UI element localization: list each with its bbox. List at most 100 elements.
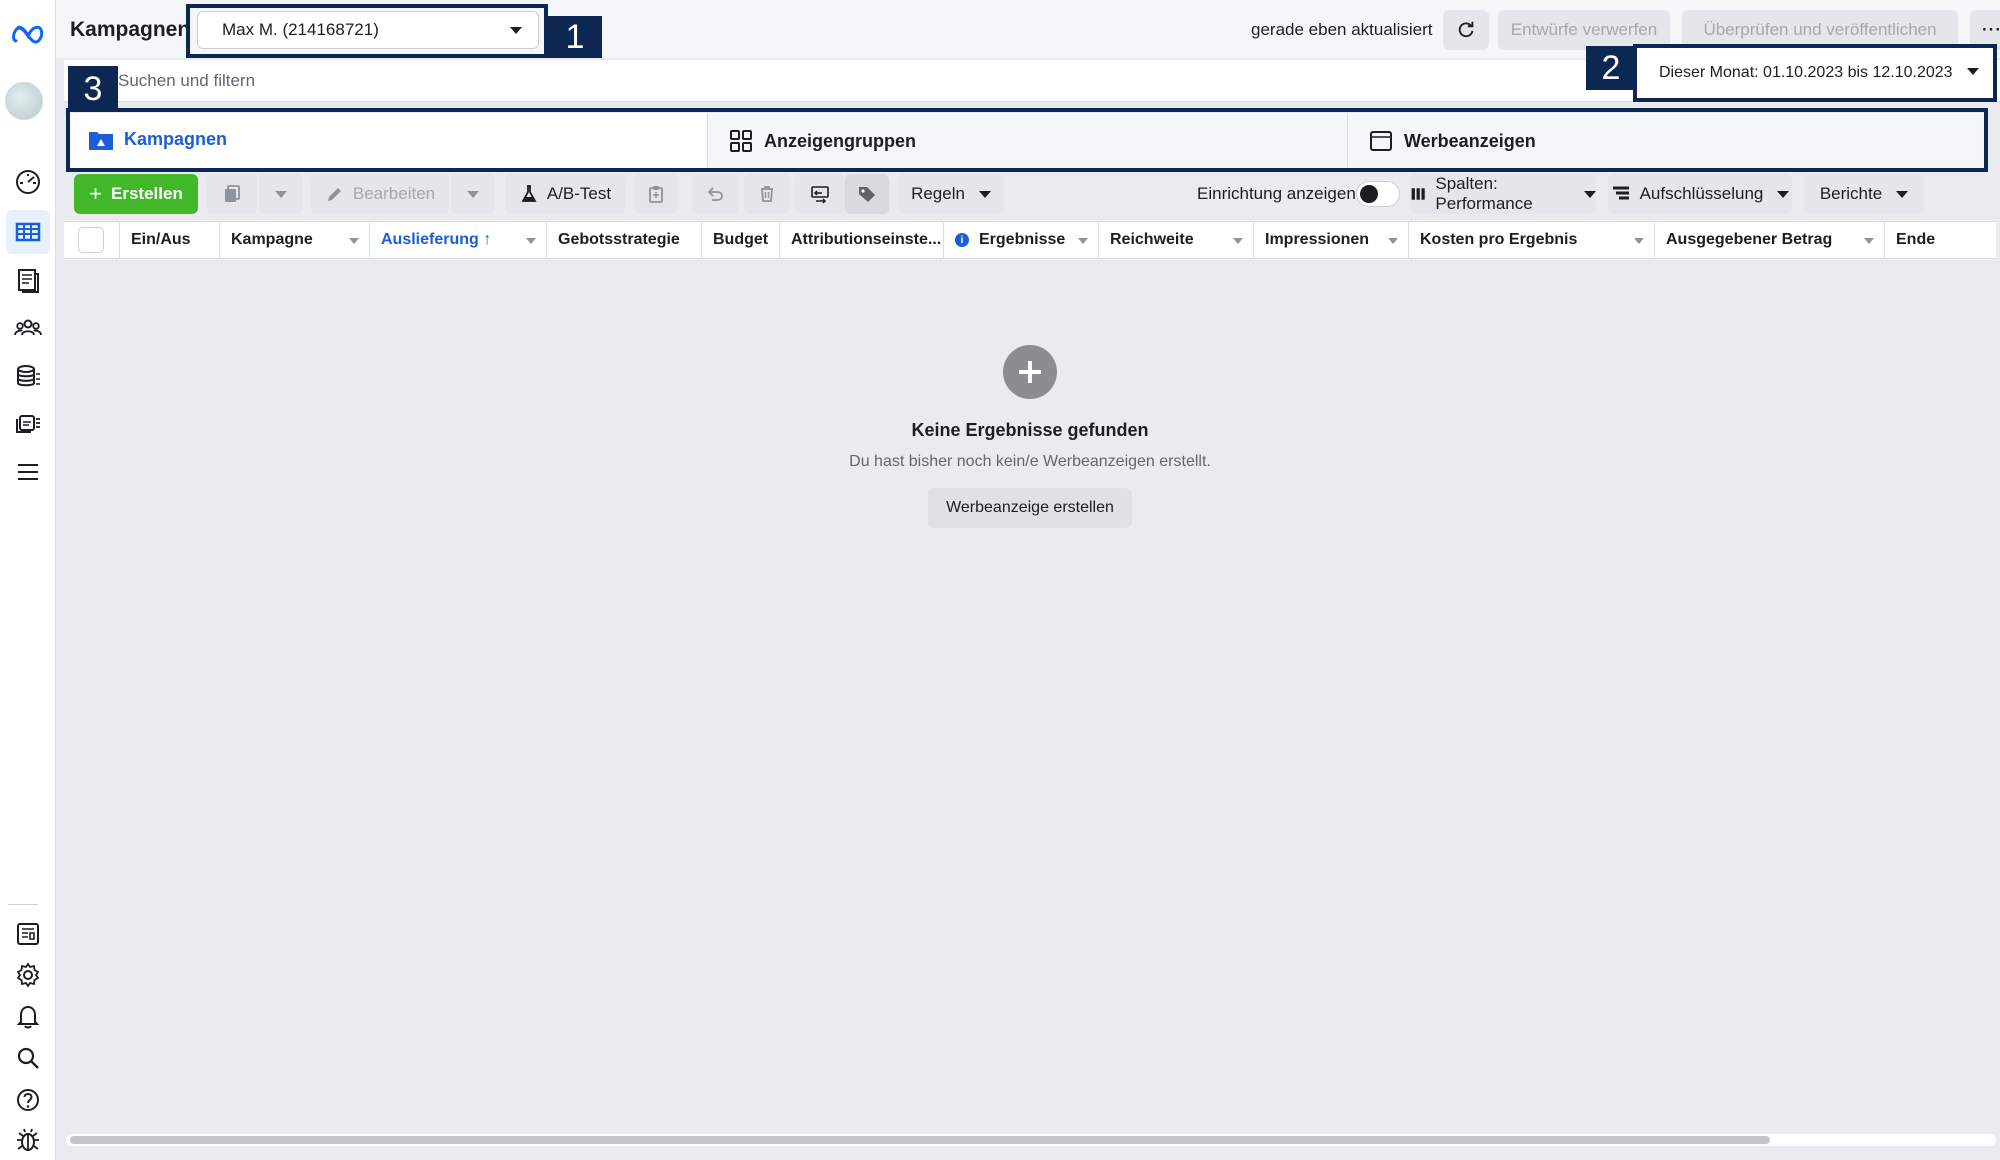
table-header: Ein/Aus Kampagne Auslieferung ↑ Gebotsst… xyxy=(64,221,1996,259)
column-label: Impressionen xyxy=(1265,231,1370,248)
date-range-selector[interactable]: Dieser Monat: 01.10.2023 bis 12.10.2023 xyxy=(1635,46,1995,100)
dashboard-gauge-icon[interactable] xyxy=(6,160,50,204)
account-selector[interactable]: Max M. (214168721) xyxy=(197,11,539,49)
column-header-ein-aus[interactable]: Ein/Aus xyxy=(120,222,220,258)
chevron-down-icon xyxy=(467,190,479,198)
select-all-checkbox[interactable] xyxy=(78,227,104,253)
reports-button-label: Berichte xyxy=(1819,184,1883,203)
sidebar-divider xyxy=(8,904,38,905)
discard-drafts-button[interactable]: Entwürfe verwerfen xyxy=(1498,10,1670,50)
search-input[interactable] xyxy=(118,60,1218,102)
info-icon[interactable]: i xyxy=(955,233,969,247)
meta-logo-icon[interactable] xyxy=(6,12,50,56)
chevron-down-icon xyxy=(349,238,359,244)
horizontal-scrollbar[interactable] xyxy=(66,1134,1996,1146)
refresh-button[interactable] xyxy=(1443,10,1489,50)
column-header-gebotsstrategie[interactable]: Gebotsstrategie xyxy=(547,222,702,258)
columns-button[interactable]: Spalten: Performance xyxy=(1410,174,1596,214)
paste-button[interactable] xyxy=(634,174,678,214)
flask-icon xyxy=(521,185,537,202)
create-ad-button[interactable]: Werbeanzeige erstellen xyxy=(928,488,1132,528)
column-header-budget[interactable]: Budget xyxy=(702,222,780,258)
campaign-toolbar: + Erstellen Bearbeiten A/B-Test Regeln E… xyxy=(64,170,2000,218)
page-title: Kampagnen xyxy=(70,18,191,41)
column-header-kosten-pro-ergebnis[interactable]: Kosten pro Ergebnis xyxy=(1409,222,1655,258)
date-range-value: Dieser Monat: 01.10.2023 bis 12.10.2023 xyxy=(1659,64,1953,81)
export-arrows-icon xyxy=(811,186,829,204)
ad-window-icon xyxy=(1370,131,1392,151)
tag-button[interactable] xyxy=(845,174,889,214)
search-icon[interactable] xyxy=(6,1036,50,1080)
column-header-auslieferung[interactable]: Auslieferung ↑ xyxy=(370,222,547,258)
account-selector-value: Max M. (214168721) xyxy=(222,20,379,39)
left-sidebar xyxy=(0,0,56,1160)
columns-icon xyxy=(1411,188,1425,200)
ab-test-button[interactable]: A/B-Test xyxy=(505,174,625,214)
breakdown-button[interactable]: Aufschlüsselung xyxy=(1608,174,1792,214)
tab-kampagnen[interactable]: Kampagnen xyxy=(68,113,708,169)
menu-icon[interactable] xyxy=(6,450,50,494)
select-all-cell xyxy=(64,222,120,258)
column-label: Reichweite xyxy=(1110,231,1194,248)
chevron-down-icon xyxy=(1634,238,1644,244)
bell-icon[interactable] xyxy=(6,994,50,1038)
chevron-down-icon xyxy=(1388,238,1398,244)
edit-button[interactable]: Bearbeiten xyxy=(311,174,449,214)
column-label: Kosten pro Ergebnis xyxy=(1420,231,1578,248)
reports-button[interactable]: Berichte xyxy=(1804,174,1924,214)
undo-button[interactable] xyxy=(692,174,738,214)
tab-werbeanzeigen[interactable]: Werbeanzeigen xyxy=(1348,113,1988,169)
breakdown-button-label: Aufschlüsselung xyxy=(1639,184,1764,203)
create-button[interactable]: + Erstellen xyxy=(74,174,198,214)
export-button[interactable] xyxy=(795,174,845,214)
scrollbar-thumb[interactable] xyxy=(70,1136,1770,1144)
column-header-ende[interactable]: Ende xyxy=(1885,222,1996,258)
avatar[interactable] xyxy=(5,82,43,120)
campaign-table-icon[interactable] xyxy=(6,210,50,254)
edit-button-label: Bearbeiten xyxy=(352,184,436,203)
tag-icon xyxy=(859,187,875,202)
chevron-down-icon xyxy=(1584,190,1596,198)
annotation-label-3: 3 xyxy=(68,66,118,112)
more-options-button[interactable]: ··· xyxy=(1970,10,2000,50)
column-label: Auslieferung ↑ xyxy=(381,231,492,248)
campaign-folder-icon xyxy=(89,131,113,150)
pages-icon[interactable] xyxy=(6,258,50,302)
plus-icon: + xyxy=(89,181,103,206)
last-updated-status: gerade eben aktualisiert xyxy=(1251,20,1433,39)
news-icon[interactable] xyxy=(6,912,50,956)
column-label: Ergebnisse xyxy=(979,231,1066,248)
bug-icon[interactable] xyxy=(6,1118,50,1160)
tab-anzeigengruppen[interactable]: Anzeigengruppen xyxy=(708,113,1348,169)
column-header-attribution[interactable]: Attributionseinste... xyxy=(780,222,944,258)
chevron-down-icon xyxy=(510,27,522,34)
annotation-label-2: 2 xyxy=(1586,46,1636,90)
column-header-ausgegebener-betrag[interactable]: Ausgegebener Betrag xyxy=(1655,222,1885,258)
breakdown-icon xyxy=(1612,186,1629,200)
pencil-icon xyxy=(327,188,341,201)
column-label: Gebotsstrategie xyxy=(558,231,680,248)
setup-toggle[interactable] xyxy=(1356,181,1400,207)
column-label: Ausgegebener Betrag xyxy=(1666,231,1833,248)
audiences-icon[interactable] xyxy=(6,306,50,350)
undo-icon xyxy=(707,187,723,201)
empty-state-title: Keine Ergebnisse gefunden xyxy=(911,420,1149,440)
column-header-ergebnisse[interactable]: i Ergebnisse xyxy=(944,222,1099,258)
column-header-reichweite[interactable]: Reichweite xyxy=(1099,222,1254,258)
duplicate-button[interactable] xyxy=(207,174,257,214)
help-icon[interactable] xyxy=(6,1078,50,1122)
duplicate-dropdown-button[interactable] xyxy=(259,174,303,214)
trash-icon xyxy=(761,186,773,202)
column-header-kampagne[interactable]: Kampagne xyxy=(220,222,370,258)
create-button-label: Erstellen xyxy=(111,184,183,203)
billing-icon[interactable] xyxy=(6,354,50,398)
ad-sets-grid-icon xyxy=(730,130,752,152)
ad-library-icon[interactable] xyxy=(6,402,50,446)
review-publish-button[interactable]: Überprüfen und veröffentlichen xyxy=(1682,10,1958,50)
setup-toggle-label: Einrichtung anzeigen xyxy=(1197,184,1356,203)
column-header-impressionen[interactable]: Impressionen xyxy=(1254,222,1409,258)
edit-dropdown-button[interactable] xyxy=(451,174,495,214)
rules-button[interactable]: Regeln xyxy=(898,174,1004,214)
gear-icon[interactable] xyxy=(6,953,50,997)
delete-button[interactable] xyxy=(744,174,790,214)
